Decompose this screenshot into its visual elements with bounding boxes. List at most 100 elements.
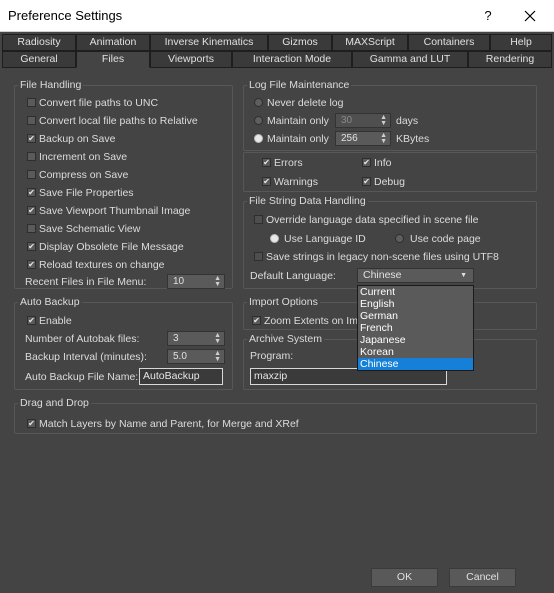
maintain-days-label: Maintain only bbox=[267, 115, 329, 127]
title-bar: Preference Settings ? bbox=[0, 0, 554, 32]
recent-files-value: 10 bbox=[173, 276, 185, 287]
warnings-label: Warnings bbox=[274, 176, 318, 188]
language-option-chinese[interactable]: Chinese bbox=[358, 358, 473, 370]
default-language-select[interactable]: Chinese ▼ bbox=[357, 268, 474, 283]
language-option-japanese[interactable]: Japanese bbox=[358, 334, 473, 346]
save-utf8-checkbox[interactable] bbox=[254, 252, 263, 261]
match-layers-label: Match Layers by Name and Parent, for Mer… bbox=[39, 418, 299, 430]
tab-animation[interactable]: Animation bbox=[76, 34, 150, 51]
convert-relative-checkbox[interactable] bbox=[27, 116, 36, 125]
chevron-down-icon: ▼ bbox=[460, 272, 467, 279]
convert-relative-label: Convert local file paths to Relative bbox=[39, 115, 198, 127]
backup-interval-label: Backup Interval (minutes): bbox=[25, 351, 147, 363]
file-handling-title: File Handling bbox=[18, 79, 84, 91]
reload-textures-checkbox[interactable] bbox=[27, 260, 36, 269]
ok-button[interactable]: OK bbox=[371, 568, 438, 587]
display-obsolete-label: Display Obsolete File Message bbox=[39, 241, 184, 253]
spinner-arrows-icon: ▲ ▼ bbox=[214, 350, 221, 363]
spinner-arrows-icon: ▲ ▼ bbox=[380, 114, 387, 127]
language-option-french[interactable]: French bbox=[358, 322, 473, 334]
language-option-english[interactable]: English bbox=[358, 298, 473, 310]
display-obsolete-checkbox[interactable] bbox=[27, 242, 36, 251]
tab-maxscript[interactable]: MAXScript bbox=[332, 34, 408, 51]
program-label: Program: bbox=[250, 350, 294, 362]
tab-inverse-kinematics[interactable]: Inverse Kinematics bbox=[150, 34, 268, 51]
never-delete-log-label: Never delete log bbox=[267, 97, 344, 109]
use-language-id-label: Use Language ID bbox=[284, 233, 366, 245]
spinner-arrows-icon: ▲ ▼ bbox=[380, 132, 387, 145]
maintain-kb-radio[interactable] bbox=[254, 134, 263, 143]
match-layers-checkbox[interactable] bbox=[27, 419, 36, 428]
maintain-days-radio[interactable] bbox=[254, 116, 263, 125]
tab-gizmos[interactable]: Gizmos bbox=[268, 34, 332, 51]
debug-label: Debug bbox=[374, 176, 405, 188]
debug-checkbox[interactable] bbox=[362, 177, 371, 186]
tab-rendering[interactable]: Rendering bbox=[468, 51, 552, 68]
log-kb-value: 256 bbox=[341, 133, 358, 144]
autobak-count-label: Number of Autobak files: bbox=[25, 333, 140, 345]
days-unit-label: days bbox=[396, 115, 419, 127]
zoom-extents-label: Zoom Extents on Imp bbox=[264, 315, 364, 327]
info-checkbox[interactable] bbox=[362, 158, 371, 167]
log-days-value: 30 bbox=[341, 115, 353, 126]
backup-interval-spinner[interactable]: 5.0 ▲ ▼ bbox=[167, 349, 225, 364]
save-thumbnail-label: Save Viewport Thumbnail Image bbox=[39, 205, 191, 217]
save-thumbnail-checkbox[interactable] bbox=[27, 206, 36, 215]
override-language-label: Override language data specified in scen… bbox=[266, 214, 479, 226]
backup-file-name-input[interactable]: AutoBackup bbox=[139, 368, 223, 385]
string-data-title: File String Data Handling bbox=[247, 195, 368, 207]
help-button[interactable]: ? bbox=[478, 6, 498, 26]
language-option-korean[interactable]: Korean bbox=[358, 346, 473, 358]
spinner-arrows-icon: ▲ ▼ bbox=[214, 275, 221, 288]
language-dropdown-list: Current English German French Japanese K… bbox=[357, 285, 474, 371]
archive-system-title: Archive System bbox=[247, 333, 324, 345]
increment-on-save-checkbox[interactable] bbox=[27, 152, 36, 161]
close-button[interactable] bbox=[518, 6, 542, 26]
tab-radiosity[interactable]: Radiosity bbox=[2, 34, 76, 51]
save-file-properties-label: Save File Properties bbox=[39, 187, 134, 199]
maintain-kb-label: Maintain only bbox=[267, 133, 329, 145]
zoom-extents-checkbox[interactable] bbox=[252, 316, 261, 325]
save-schematic-checkbox[interactable] bbox=[27, 224, 36, 233]
log-file-title: Log File Maintenance bbox=[247, 79, 352, 91]
save-utf8-label: Save strings in legacy non-scene files u… bbox=[266, 251, 499, 263]
backup-on-save-checkbox[interactable] bbox=[27, 134, 36, 143]
tab-files[interactable]: Files bbox=[76, 51, 150, 68]
use-language-id-radio[interactable] bbox=[270, 234, 279, 243]
language-option-current[interactable]: Current bbox=[358, 286, 473, 298]
log-days-spinner[interactable]: 30 ▲ ▼ bbox=[335, 113, 391, 128]
compress-on-save-checkbox[interactable] bbox=[27, 170, 36, 179]
use-code-page-radio[interactable] bbox=[395, 234, 404, 243]
tab-interaction-mode[interactable]: Interaction Mode bbox=[232, 51, 352, 68]
override-language-checkbox[interactable] bbox=[254, 215, 263, 224]
tab-gamma-and-lut[interactable]: Gamma and LUT bbox=[352, 51, 468, 68]
spinner-arrows-icon: ▲ ▼ bbox=[214, 332, 221, 345]
never-delete-log-radio[interactable] bbox=[254, 98, 263, 107]
window-title: Preference Settings bbox=[8, 8, 123, 23]
recent-files-spinner[interactable]: 10 ▲ ▼ bbox=[167, 274, 225, 289]
errors-checkbox[interactable] bbox=[262, 158, 271, 167]
cancel-button[interactable]: Cancel bbox=[449, 568, 516, 587]
tab-viewports[interactable]: Viewports bbox=[150, 51, 232, 68]
backup-file-name-label: Auto Backup File Name: bbox=[25, 371, 139, 383]
warnings-checkbox[interactable] bbox=[262, 177, 271, 186]
autobak-count-spinner[interactable]: 3 ▲ ▼ bbox=[167, 331, 225, 346]
log-kb-spinner[interactable]: 256 ▲ ▼ bbox=[335, 131, 391, 146]
recent-files-label: Recent Files in File Menu: bbox=[25, 276, 147, 288]
language-option-german[interactable]: German bbox=[358, 310, 473, 322]
convert-unc-checkbox[interactable] bbox=[27, 98, 36, 107]
default-language-label: Default Language: bbox=[250, 270, 336, 282]
auto-backup-enable-checkbox[interactable] bbox=[27, 316, 36, 325]
tab-containers[interactable]: Containers bbox=[408, 34, 490, 51]
save-file-properties-checkbox[interactable] bbox=[27, 188, 36, 197]
auto-backup-enable-label: Enable bbox=[39, 315, 72, 327]
autobak-count-value: 3 bbox=[173, 333, 179, 344]
info-label: Info bbox=[374, 157, 392, 169]
drag-drop-title: Drag and Drop bbox=[18, 397, 91, 409]
tab-help[interactable]: Help bbox=[490, 34, 552, 51]
auto-backup-title: Auto Backup bbox=[18, 296, 82, 308]
reload-textures-label: Reload textures on change bbox=[39, 259, 165, 271]
import-options-title: Import Options bbox=[247, 296, 320, 308]
use-code-page-label: Use code page bbox=[410, 233, 481, 245]
tab-general[interactable]: General bbox=[2, 51, 76, 68]
